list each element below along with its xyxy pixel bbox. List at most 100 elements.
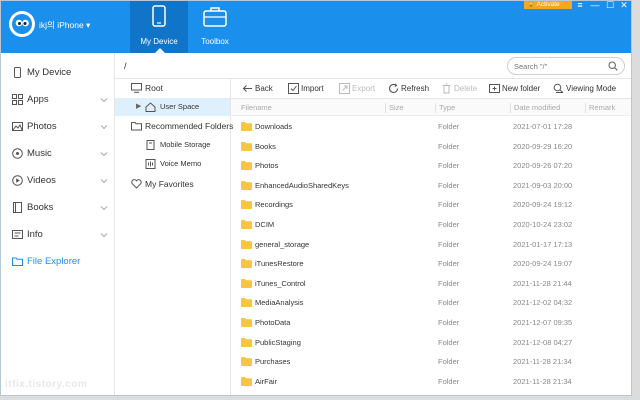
column-header-filename[interactable]: Filename <box>238 103 272 113</box>
tab-my-device[interactable]: My Device <box>130 1 188 53</box>
refresh-button[interactable]: Refresh <box>388 83 434 96</box>
search-box[interactable] <box>507 57 625 75</box>
device-selector[interactable]: ikj의 iPhone ▾ <box>39 19 90 31</box>
tree-node-voice-memo[interactable]: Voice Memo <box>115 155 230 173</box>
table-row[interactable]: AirFair Folder 2021-11-28 21:34 <box>231 371 631 391</box>
folder-icon <box>241 376 252 386</box>
table-row[interactable]: iTunesRestore Folder 2020-09-24 19:07 <box>231 253 631 273</box>
tab-toolbox[interactable]: Toolbox <box>186 1 244 53</box>
delete-button[interactable]: Delete <box>441 83 485 96</box>
viewing-mode-button[interactable]: Viewing Mode <box>553 83 619 96</box>
cell-type: Folder <box>438 200 460 210</box>
sidebar-item-label: Apps <box>27 94 49 105</box>
expand-arrow-icon[interactable]: ▶ <box>136 102 141 110</box>
menu-button[interactable]: ≡ <box>574 1 586 11</box>
app-window: ikj의 iPhone ▾ My Device Toolbox 🔒 Activa… <box>0 0 632 396</box>
cell-date: 2021-12-02 04:32 <box>513 298 573 308</box>
close-button[interactable]: ✕ <box>618 1 630 11</box>
cell-date: 2021-11-28 21:34 <box>513 376 572 386</box>
cell-date: 2021-01-17 17:13 <box>513 239 573 249</box>
viewing-mode-label: Viewing Mode <box>566 84 617 93</box>
chevron-down-icon <box>100 98 108 103</box>
tree-node-root[interactable]: Root <box>115 79 230 97</box>
table-row[interactable]: Photos Folder 2020-09-26 07:20 <box>231 155 631 175</box>
table-row[interactable]: Purchases Folder 2021-11-28 21:34 <box>231 351 631 371</box>
heart-icon <box>131 179 142 189</box>
sidebar-item-file-explorer[interactable]: File Explorer <box>1 250 115 274</box>
sidebar-item-photos[interactable]: Photos <box>1 115 115 139</box>
tree-label: Root <box>145 83 163 93</box>
column-header-type[interactable]: Type <box>435 103 455 113</box>
app-logo <box>9 11 35 37</box>
device-icon <box>14 67 21 78</box>
cell-type: Folder <box>438 259 460 269</box>
sidebar-item-label: Books <box>27 202 54 213</box>
tree-node-favorites[interactable]: My Favorites <box>115 175 230 193</box>
cell-type: Folder <box>438 298 460 308</box>
minimize-button[interactable]: — <box>589 1 601 11</box>
cell-filename: iTunesRestore <box>255 259 304 269</box>
tree-label: User Space <box>160 102 200 111</box>
sidebar-item-info[interactable]: Info <box>1 223 115 247</box>
table-row[interactable]: PhotoData Folder 2021-12-07 09:35 <box>231 312 631 332</box>
table-header: Filename Size Type Date modified Remark <box>231 99 631 116</box>
table-row[interactable]: Downloads Folder 2021-07-01 17:28 <box>231 116 631 136</box>
export-label: Export <box>352 84 376 93</box>
table-row[interactable]: DCIM Folder 2020-10-24 23:02 <box>231 214 631 234</box>
table-row[interactable]: Recordings Folder 2020-09-24 19:12 <box>231 194 631 214</box>
folder-icon <box>241 200 252 210</box>
folder-icon <box>241 337 252 347</box>
folder-icon <box>241 357 252 367</box>
cell-type: Folder <box>438 318 460 327</box>
folder-icon <box>241 298 252 308</box>
back-arrow-icon <box>242 85 252 92</box>
new-folder-button[interactable]: New folder <box>489 83 545 96</box>
column-header-size[interactable]: Size <box>385 103 404 113</box>
current-path: / <box>124 61 127 71</box>
search-icon[interactable] <box>608 61 618 71</box>
music-icon <box>12 148 23 159</box>
cell-filename: general_storage <box>255 239 310 249</box>
import-label: Import <box>301 84 324 93</box>
path-bar: / <box>115 53 631 79</box>
cell-filename: Downloads <box>255 122 293 131</box>
sidebar-item-my-device[interactable]: My Device <box>1 61 115 85</box>
maximize-button[interactable]: ☐ <box>604 1 616 11</box>
monitor-icon <box>131 83 142 93</box>
cell-filename: iTunes_Control <box>255 278 306 288</box>
table-row[interactable]: PublicStaging Folder 2021-12-08 04:27 <box>231 332 631 352</box>
sidebar-item-books[interactable]: Books <box>1 196 115 220</box>
import-button[interactable]: Import <box>288 83 332 96</box>
cell-type: Folder <box>438 239 460 249</box>
folder-icon <box>241 318 252 327</box>
tree-node-recommended[interactable]: Recommended Folders <box>115 117 233 135</box>
cell-type: Folder <box>438 122 460 131</box>
sidebar-item-apps[interactable]: Apps <box>1 88 115 112</box>
cell-date: 2021-07-01 17:28 <box>513 122 573 131</box>
column-header-remark[interactable]: Remark <box>585 103 615 113</box>
cell-type: Folder <box>438 220 460 229</box>
folder-icon <box>241 161 252 171</box>
column-header-date-modified[interactable]: Date modified <box>510 103 560 113</box>
tree-node-user-space[interactable]: ▶ User Space <box>115 98 230 116</box>
file-list: Downloads Folder 2021-07-01 17:28 Books … <box>231 116 631 395</box>
back-button[interactable]: Back <box>242 83 286 96</box>
tree-label: Mobile Storage <box>160 140 211 149</box>
tab-label: My Device <box>140 37 178 46</box>
sidebar-item-videos[interactable]: Videos <box>1 169 115 193</box>
export-button[interactable]: Export <box>339 83 383 96</box>
table-row[interactable]: MediaAnalysis Folder 2021-12-02 04:32 <box>231 292 631 312</box>
activate-button[interactable]: 🔒 Activate <box>524 1 572 9</box>
tree-node-mobile-storage[interactable]: Mobile Storage <box>115 136 230 154</box>
apps-icon <box>12 94 23 105</box>
table-row[interactable]: iTunes_Control Folder 2021-11-28 21:44 <box>231 273 631 293</box>
sidebar-item-label: Videos <box>27 175 56 186</box>
search-input[interactable] <box>514 60 604 72</box>
table-row[interactable]: general_storage Folder 2021-01-17 17:13 <box>231 234 631 254</box>
table-row[interactable]: EnhancedAudioSharedKeys Folder 2021-09-0… <box>231 175 631 195</box>
folder-icon <box>241 220 252 229</box>
cell-date: 2020-09-26 07:20 <box>513 161 573 171</box>
table-row[interactable]: Books Folder 2020-09-29 16:20 <box>231 136 631 156</box>
sidebar-item-music[interactable]: Music <box>1 142 115 166</box>
tree-label: My Favorites <box>145 179 194 189</box>
